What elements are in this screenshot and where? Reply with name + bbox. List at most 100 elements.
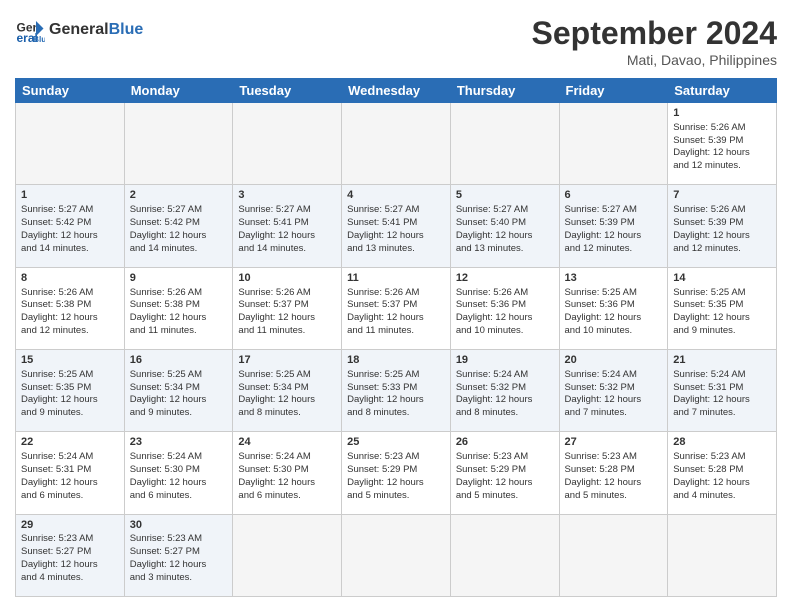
day-info: and 9 minutes. xyxy=(130,407,228,420)
day-info: Sunset: 5:40 PM xyxy=(456,217,554,230)
day-info: and 8 minutes. xyxy=(238,407,336,420)
day-info: Sunset: 5:27 PM xyxy=(130,546,228,559)
col-wednesday: Wednesday xyxy=(342,79,451,103)
day-number: 1 xyxy=(21,188,119,203)
calendar-week-row: 8Sunrise: 5:26 AMSunset: 5:38 PMDaylight… xyxy=(16,267,777,349)
day-number: 2 xyxy=(130,188,228,203)
day-info: Sunrise: 5:23 AM xyxy=(565,451,663,464)
day-info: Sunrise: 5:24 AM xyxy=(565,369,663,382)
day-info: Daylight: 12 hours xyxy=(238,312,336,325)
day-info: Sunrise: 5:23 AM xyxy=(673,451,771,464)
table-row: 9Sunrise: 5:26 AMSunset: 5:38 PMDaylight… xyxy=(124,267,233,349)
day-info: and 12 minutes. xyxy=(565,243,663,256)
day-info: Daylight: 12 hours xyxy=(130,312,228,325)
table-row xyxy=(342,103,451,185)
day-number: 16 xyxy=(130,353,228,368)
day-info: Sunset: 5:29 PM xyxy=(347,464,445,477)
table-row xyxy=(668,514,777,596)
table-row: 5Sunrise: 5:27 AMSunset: 5:40 PMDaylight… xyxy=(450,185,559,267)
col-monday: Monday xyxy=(124,79,233,103)
day-info: Daylight: 12 hours xyxy=(673,147,771,160)
day-info: and 13 minutes. xyxy=(347,243,445,256)
day-info: Sunset: 5:28 PM xyxy=(673,464,771,477)
day-info: Sunrise: 5:26 AM xyxy=(673,122,771,135)
day-info: Sunset: 5:35 PM xyxy=(673,299,771,312)
day-info: Daylight: 12 hours xyxy=(238,477,336,490)
day-number: 27 xyxy=(565,435,663,450)
day-info: Daylight: 12 hours xyxy=(130,230,228,243)
day-info: Sunrise: 5:27 AM xyxy=(21,204,119,217)
day-info: Sunset: 5:37 PM xyxy=(238,299,336,312)
calendar-week-row: 1Sunrise: 5:27 AMSunset: 5:42 PMDaylight… xyxy=(16,185,777,267)
day-info: Sunrise: 5:26 AM xyxy=(347,287,445,300)
calendar-page: Gen eral Blue GeneralBlue September 2024… xyxy=(0,0,792,612)
table-row: 10Sunrise: 5:26 AMSunset: 5:37 PMDayligh… xyxy=(233,267,342,349)
day-number: 13 xyxy=(565,271,663,286)
table-row: 24Sunrise: 5:24 AMSunset: 5:30 PMDayligh… xyxy=(233,432,342,514)
col-friday: Friday xyxy=(559,79,668,103)
day-info: and 9 minutes. xyxy=(673,325,771,338)
day-info: Sunrise: 5:26 AM xyxy=(456,287,554,300)
day-info: Daylight: 12 hours xyxy=(673,230,771,243)
table-row: 4Sunrise: 5:27 AMSunset: 5:41 PMDaylight… xyxy=(342,185,451,267)
day-info: and 6 minutes. xyxy=(238,490,336,503)
day-number: 7 xyxy=(673,188,771,203)
table-row xyxy=(342,514,451,596)
day-info: Sunset: 5:37 PM xyxy=(347,299,445,312)
day-info: Sunset: 5:41 PM xyxy=(347,217,445,230)
day-info: Daylight: 12 hours xyxy=(347,477,445,490)
logo-icon: Gen eral Blue xyxy=(15,15,45,45)
day-number: 15 xyxy=(21,353,119,368)
day-info: and 10 minutes. xyxy=(565,325,663,338)
day-info: and 4 minutes. xyxy=(21,572,119,585)
day-number: 14 xyxy=(673,271,771,286)
table-row: 11Sunrise: 5:26 AMSunset: 5:37 PMDayligh… xyxy=(342,267,451,349)
day-info: Daylight: 12 hours xyxy=(456,230,554,243)
day-number: 25 xyxy=(347,435,445,450)
day-info: Sunset: 5:32 PM xyxy=(456,382,554,395)
day-info: Sunrise: 5:27 AM xyxy=(347,204,445,217)
table-row: 8Sunrise: 5:26 AMSunset: 5:38 PMDaylight… xyxy=(16,267,125,349)
calendar-body: 1Sunrise: 5:26 AMSunset: 5:39 PMDaylight… xyxy=(16,103,777,597)
day-info: and 5 minutes. xyxy=(565,490,663,503)
logo-wordmark: GeneralBlue xyxy=(49,21,143,39)
day-info: Daylight: 12 hours xyxy=(347,394,445,407)
table-row: 30Sunrise: 5:23 AMSunset: 5:27 PMDayligh… xyxy=(124,514,233,596)
day-number: 8 xyxy=(21,271,119,286)
table-row: 12Sunrise: 5:26 AMSunset: 5:36 PMDayligh… xyxy=(450,267,559,349)
day-info: and 11 minutes. xyxy=(347,325,445,338)
day-info: and 14 minutes. xyxy=(21,243,119,256)
day-info: Sunrise: 5:24 AM xyxy=(238,451,336,464)
day-info: Daylight: 12 hours xyxy=(130,559,228,572)
day-info: Sunset: 5:36 PM xyxy=(565,299,663,312)
day-info: Sunrise: 5:26 AM xyxy=(21,287,119,300)
day-number: 24 xyxy=(238,435,336,450)
day-info: and 8 minutes. xyxy=(456,407,554,420)
day-info: and 4 minutes. xyxy=(673,490,771,503)
day-info: Daylight: 12 hours xyxy=(21,394,119,407)
day-info: Daylight: 12 hours xyxy=(21,312,119,325)
table-row xyxy=(233,514,342,596)
day-number: 18 xyxy=(347,353,445,368)
table-row: 1Sunrise: 5:27 AMSunset: 5:42 PMDaylight… xyxy=(16,185,125,267)
col-sunday: Sunday xyxy=(16,79,125,103)
day-info: Sunrise: 5:27 AM xyxy=(238,204,336,217)
day-info: Sunrise: 5:24 AM xyxy=(130,451,228,464)
table-row: 14Sunrise: 5:25 AMSunset: 5:35 PMDayligh… xyxy=(668,267,777,349)
day-number: 3 xyxy=(238,188,336,203)
day-info: Sunset: 5:31 PM xyxy=(673,382,771,395)
day-number: 4 xyxy=(347,188,445,203)
month-title: September 2024 xyxy=(532,15,777,52)
day-info: and 8 minutes. xyxy=(347,407,445,420)
day-info: and 12 minutes. xyxy=(673,243,771,256)
table-row: 6Sunrise: 5:27 AMSunset: 5:39 PMDaylight… xyxy=(559,185,668,267)
day-info: Daylight: 12 hours xyxy=(21,477,119,490)
table-row: 18Sunrise: 5:25 AMSunset: 5:33 PMDayligh… xyxy=(342,349,451,431)
day-info: Sunrise: 5:23 AM xyxy=(347,451,445,464)
day-info: Daylight: 12 hours xyxy=(130,477,228,490)
col-tuesday: Tuesday xyxy=(233,79,342,103)
day-number: 23 xyxy=(130,435,228,450)
day-info: Daylight: 12 hours xyxy=(565,230,663,243)
day-info: and 14 minutes. xyxy=(238,243,336,256)
logo: Gen eral Blue GeneralBlue xyxy=(15,15,143,45)
